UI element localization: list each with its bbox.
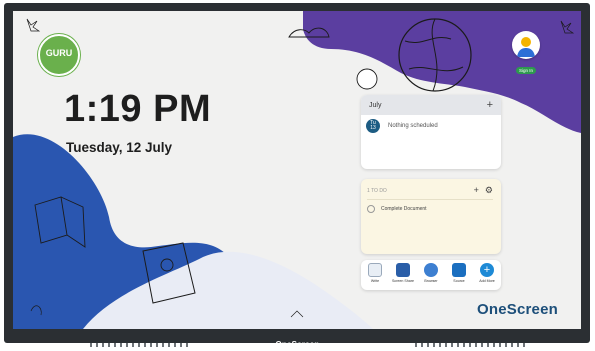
todo-add-icon[interactable]: + xyxy=(474,185,479,196)
app-label: Screen Share xyxy=(392,279,414,283)
source-icon xyxy=(452,263,466,277)
app-write[interactable]: Write xyxy=(363,263,387,283)
app-screen-share[interactable]: Screen Share xyxy=(391,263,415,283)
browser-icon xyxy=(424,263,438,277)
guru-badge-label: GURU xyxy=(45,48,73,58)
add-icon: + xyxy=(480,263,494,277)
write-icon xyxy=(368,263,382,277)
clock-time: 1:19 PM xyxy=(64,88,212,130)
todo-count: 1 TO DO xyxy=(367,187,387,194)
sign-in-button[interactable]: Sign In xyxy=(515,67,536,74)
home-screen: GURU 1:19 PM Tuesday, 12 July Sign In Ju… xyxy=(13,11,581,329)
screen-share-icon xyxy=(396,263,410,277)
app-add-more[interactable]: + Add More xyxy=(475,263,499,283)
app-label: Write xyxy=(370,279,380,283)
gear-icon[interactable]: ⚙ xyxy=(485,185,493,196)
brand-logo-text: OneScreen xyxy=(477,301,559,318)
app-browser[interactable]: Browser xyxy=(419,263,443,283)
sign-in-widget[interactable]: Sign In xyxy=(511,31,541,77)
todo-item[interactable]: Complete Document xyxy=(361,200,501,218)
calendar-day-badge: Tu 13 xyxy=(366,119,380,133)
calendar-month: July xyxy=(369,101,382,109)
calendar-header: July + xyxy=(361,95,501,115)
app-label: Add More xyxy=(479,279,495,283)
bezel-brand: OneScreen xyxy=(275,340,320,349)
app-label: Source xyxy=(453,279,465,283)
user-icon xyxy=(517,37,535,57)
calendar-day-number: 13 xyxy=(370,125,376,131)
calendar-widget: July + Tu 13 Nothing scheduled xyxy=(361,95,501,169)
calendar-day-row[interactable]: Tu 13 Nothing scheduled xyxy=(361,115,501,137)
app-label: Browser xyxy=(424,279,438,283)
todo-widget: 1 TO DO + ⚙ Complete Document xyxy=(361,179,501,254)
todo-header: 1 TO DO + ⚙ xyxy=(361,179,501,199)
checkbox-icon[interactable] xyxy=(367,205,375,213)
clock-date: Tuesday, 12 July xyxy=(66,140,173,155)
guru-badge: GURU xyxy=(38,34,80,76)
app-source[interactable]: Source xyxy=(447,263,471,283)
app-dock: Write Screen Share Browser Source + Add … xyxy=(361,260,501,290)
todo-item-label: Complete Document xyxy=(381,206,427,212)
calendar-add-icon[interactable]: + xyxy=(487,99,493,111)
calendar-empty-text: Nothing scheduled xyxy=(388,123,438,129)
avatar[interactable] xyxy=(512,31,540,59)
